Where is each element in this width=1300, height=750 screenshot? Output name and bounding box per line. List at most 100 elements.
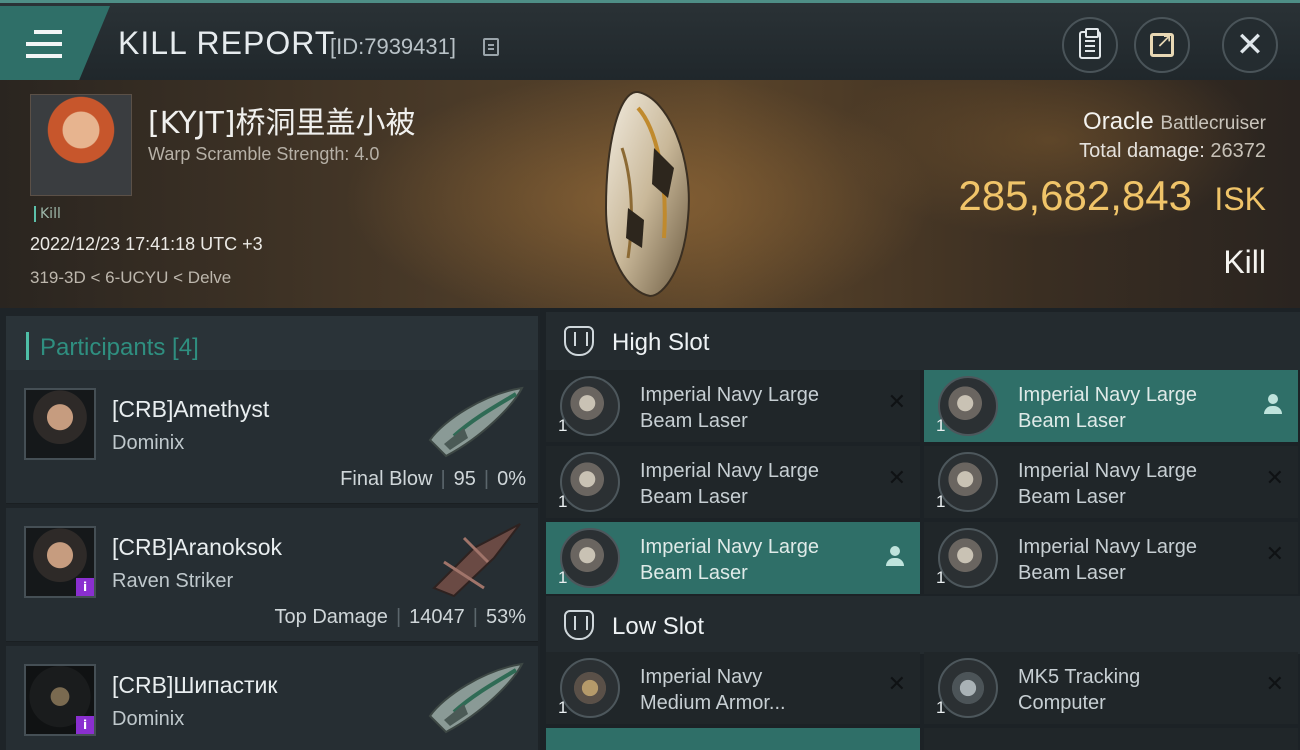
destroyed-x-icon: ✕ [887, 466, 906, 491]
participant-stats: Final Blow | 95 | 0% [340, 468, 526, 490]
accent-bar [26, 332, 29, 360]
header-bar: KILL REPORT [ID:7939431] ✕ [0, 0, 1300, 80]
participant-portrait[interactable]: i [24, 526, 96, 598]
isk-unit: ISK [1214, 181, 1266, 217]
total-damage: Total damage: 26372 [1079, 140, 1266, 163]
victim-portrait[interactable] [30, 94, 132, 196]
module-item-partial[interactable] [546, 728, 920, 750]
dropped-person-icon [1264, 394, 1282, 416]
result-label: Kill [1223, 244, 1266, 280]
participant-name: [CRB]Amethyst [112, 396, 270, 422]
destroyed-x-icon: ✕ [1265, 672, 1284, 697]
high-slot-label: High Slot [612, 329, 710, 356]
participant-card[interactable]: [CRB]Amethyst Dominix Final Blow | 95 | 0% [6, 370, 538, 504]
hamburger-icon [26, 30, 62, 58]
page-title: KILL REPORT [118, 25, 336, 61]
module-quantity: 1 [558, 416, 568, 435]
module-quantity: 1 [558, 568, 568, 587]
module-quantity: 1 [936, 568, 946, 587]
high-slot-header: High Slot [546, 312, 1300, 370]
participant-portrait[interactable] [24, 388, 96, 460]
participant-damage: 95 [453, 468, 476, 490]
module-name: MK5 Tracking Computer [1018, 666, 1141, 714]
participant-name: [CRB]Шипастик [112, 672, 278, 698]
clipboard-button[interactable] [1062, 17, 1118, 73]
destroyed-x-icon: ✕ [1265, 542, 1284, 567]
participant-ship-image [428, 386, 524, 458]
participant-ship: Dominix [112, 432, 185, 454]
module-item[interactable]: 1 Imperial Navy Large Beam Laser [546, 522, 920, 594]
dropped-person-icon [886, 546, 904, 568]
module-item[interactable]: 1 Imperial Navy Large Beam Laser ✕ [924, 446, 1298, 518]
info-badge-icon: i [76, 716, 94, 734]
kill-datetime: 2022/12/23 17:41:18 UTC +3 [30, 234, 263, 254]
module-item-partial[interactable] [924, 728, 1298, 750]
beam-laser-icon [560, 376, 620, 436]
close-button[interactable]: ✕ [1222, 17, 1278, 73]
warp-scramble-strength: Warp Scramble Strength: 4.0 [148, 144, 380, 164]
module-name: Imperial Navy Large Beam Laser [640, 384, 819, 432]
module-name: Imperial Navy Large Beam Laser [640, 536, 819, 584]
clipboard-icon [1079, 28, 1101, 59]
oracle-ship-image[interactable] [598, 88, 698, 300]
module-item[interactable]: 1 Imperial Navy Large Beam Laser ✕ [546, 370, 920, 442]
module-name: Imperial Navy Large Beam Laser [640, 460, 819, 508]
module-item[interactable]: 1 Imperial Navy Medium Armor... ✕ [546, 652, 920, 724]
module-quantity: 1 [936, 416, 946, 435]
module-item[interactable]: 1 Imperial Navy Large Beam Laser ✕ [924, 522, 1298, 594]
destroyed-x-icon: ✕ [1265, 466, 1284, 491]
beam-laser-icon [938, 452, 998, 512]
close-icon: ✕ [1235, 25, 1265, 65]
low-slot-icon [564, 610, 594, 640]
module-item[interactable]: 1 Imperial Navy Large Beam Laser ✕ [546, 446, 920, 518]
module-name: Imperial Navy Medium Armor... [640, 666, 786, 714]
beam-laser-icon [938, 376, 998, 436]
module-quantity: 1 [936, 698, 946, 717]
menu-button[interactable] [0, 6, 110, 80]
module-name: Imperial Navy Large Beam Laser [1018, 460, 1197, 508]
ship-class: Battlecruiser [1160, 113, 1266, 134]
tracking-computer-icon [938, 658, 998, 718]
low-slot-label: Low Slot [612, 613, 705, 640]
total-damage-label: Total damage: [1079, 140, 1205, 162]
share-icon [1150, 28, 1174, 57]
kill-location[interactable]: 319-3D < 6-UCYU < Delve [30, 268, 231, 288]
participant-ship: Dominix [112, 708, 185, 730]
armor-plate-icon [560, 658, 620, 718]
victim-ship[interactable]: Oracle Battlecruiser [1083, 108, 1266, 136]
module-quantity: 1 [558, 698, 568, 717]
participants-header: Participants [4] [6, 316, 538, 374]
module-quantity: 1 [936, 492, 946, 511]
high-slot-icon [564, 326, 594, 356]
participants-panel: Participants [4] [CRB]Amethyst Dominix F… [0, 308, 540, 750]
module-quantity: 1 [558, 492, 568, 511]
info-badge-icon: i [76, 578, 94, 596]
participant-percent: 0% [497, 468, 526, 490]
fitting-panel: High Slot 1 Imperial Navy Large Beam Lase… [540, 308, 1300, 750]
module-name: Imperial Navy Large Beam Laser [1018, 384, 1197, 432]
share-button[interactable] [1134, 17, 1190, 73]
participant-ship-image [428, 662, 524, 734]
participant-damage: 14047 [409, 606, 465, 628]
copy-id-icon[interactable] [483, 38, 499, 56]
beam-laser-icon [560, 452, 620, 512]
total-damage-value: 26372 [1210, 140, 1266, 162]
victim-pilot-name[interactable]: [KYJT]桥洞里盖小被 [148, 98, 416, 142]
module-item[interactable]: 1 Imperial Navy Large Beam Laser [924, 370, 1298, 442]
participant-ship-image [432, 523, 521, 598]
module-name: Imperial Navy Large Beam Laser [1018, 536, 1197, 584]
participant-card[interactable]: i [CRB]Шипастик Dominix [6, 646, 538, 750]
participants-title: Participants [4] [40, 334, 199, 361]
report-id: [ID:7939431] [330, 34, 456, 59]
beam-laser-icon [560, 528, 620, 588]
participant-card[interactable]: i [CRB]Aranoksok Raven Striker Top Damag… [6, 508, 538, 642]
participant-portrait[interactable]: i [24, 664, 96, 736]
participant-role: Top Damage [274, 606, 388, 628]
module-item[interactable]: 1 MK5 Tracking Computer ✕ [924, 652, 1298, 724]
destroyed-x-icon: ✕ [887, 672, 906, 697]
participant-percent: 53% [485, 606, 526, 628]
isk-value: 285,682,843 ISK [958, 172, 1266, 220]
participant-stats: Top Damage | 14047 | 53% [274, 606, 526, 628]
kill-tag: Kill [34, 206, 61, 222]
participant-name: [CRB]Aranoksok [112, 534, 283, 560]
